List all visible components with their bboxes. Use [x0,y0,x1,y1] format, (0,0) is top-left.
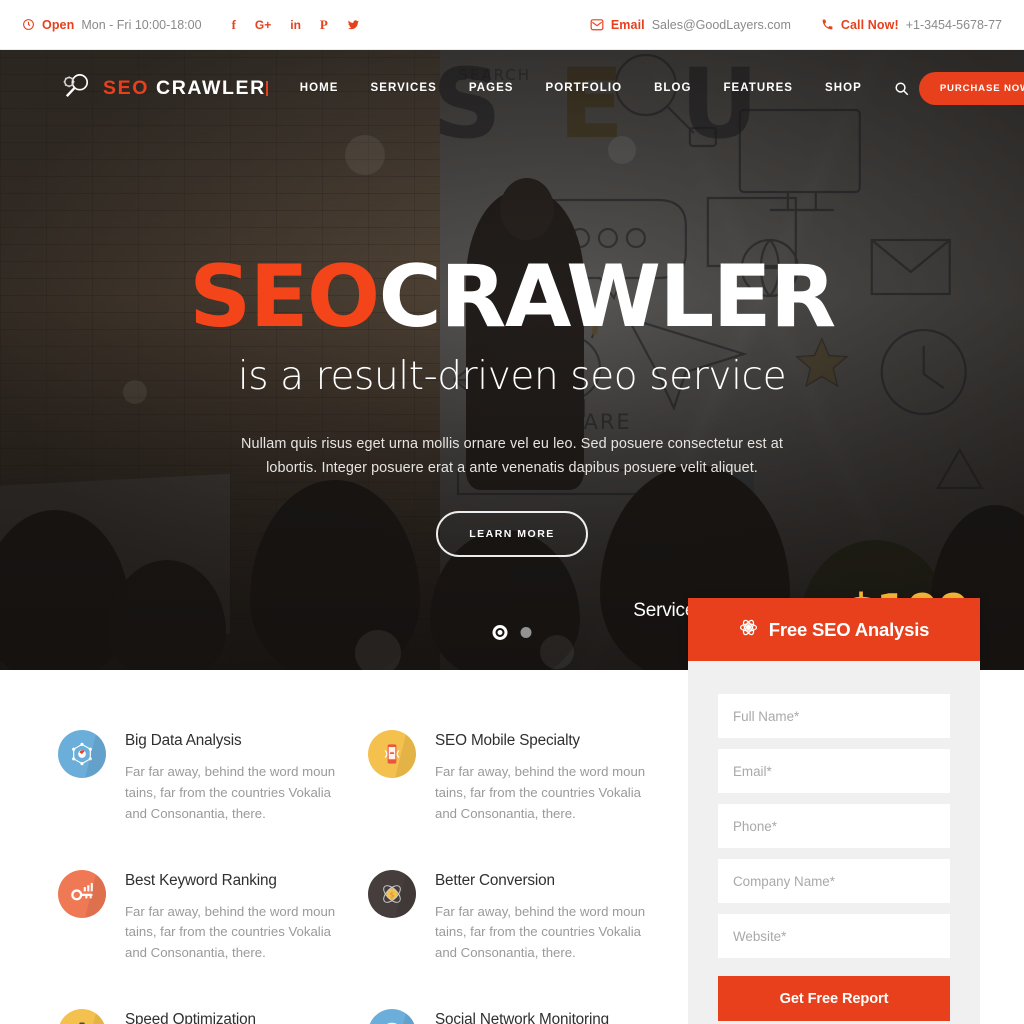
form-header: Free SEO Analysis [688,598,980,661]
hero-title-white: CRAWLER [378,247,837,347]
nav-item-shop[interactable]: SHOP [809,82,878,94]
envelope-icon [590,18,604,31]
top-bar-left: Open Mon - Fri 10:00-18:00 f G+ in P [22,18,360,32]
main-content: Big Data Analysis Far far away, behind t… [0,598,1024,1024]
hero-section: S E U SEARCH SHARE [0,50,1024,670]
phone-value: +1-3454-5678-77 [905,17,1002,32]
features-grid: Big Data Analysis Far far away, behind t… [58,730,690,1024]
clock-icon [22,18,35,31]
big-data-network-icon [58,730,106,778]
form-body: Get Free Report [688,661,980,1024]
google-plus-icon[interactable]: G+ [255,19,271,31]
email-label: Email [610,17,645,32]
feature-title: Better Conversion [435,871,555,889]
nav-active-indicator [265,80,268,96]
email-value: Sales@GoodLayers.com [651,17,791,32]
feature-text: Far far away, behind the word moun tains… [125,764,336,821]
nav-item-services[interactable]: SERVICES [355,82,453,94]
stopwatch-icon [58,1009,106,1024]
feature-body: Social Network Monitoring Far far away, … [435,1009,645,1024]
linkedin-icon[interactable]: in [290,19,301,31]
email-input[interactable] [718,749,950,793]
form-header-title: Free SEO Analysis [768,618,930,640]
features-section: Big Data Analysis Far far away, behind t… [0,670,690,1024]
full-name-input[interactable] [718,694,950,738]
feature-text: Far far away, behind the word moun tains… [435,764,646,821]
feature-title: Social Network Monitoring [435,1011,609,1024]
feature-card: Speed Optimization Far far away, behind … [58,1009,368,1024]
site-logo[interactable]: SEO CRAWLER [62,73,266,104]
feature-card: SEO Mobile Specialty Far far away, behin… [368,730,678,825]
phone-label: Call Now! [840,17,899,32]
carousel-pagination [492,625,532,640]
hero-content: SEOCRAWLER is a result-driven seo servic… [0,126,1024,558]
mobile-phone-icon [368,730,416,778]
atom-icon [739,618,758,642]
logo-text: SEO CRAWLER [103,77,266,100]
feature-title: SEO Mobile Specialty [435,732,580,749]
purchase-now-button[interactable]: PURCHASE NOW [918,71,1024,105]
key-ranking-icon [58,869,106,918]
email-info[interactable]: Email Sales@GoodLayers.com [590,18,791,32]
facebook-icon[interactable]: f [232,18,236,31]
website-input[interactable] [718,914,950,958]
feature-card: Social Network Monitoring Far far away, … [368,1009,678,1024]
atom-coin-icon: $ [368,869,416,918]
nav-item-pages[interactable]: PAGES [453,82,530,94]
free-seo-analysis-panel: Free SEO Analysis Get Free Report [688,598,980,1024]
open-label: Open [42,17,75,32]
hero-title: SEOCRAWLER [0,254,1024,340]
globe-network-icon [368,1009,416,1024]
search-icon[interactable] [894,81,909,96]
feature-body: SEO Mobile Specialty Far far away, behin… [435,730,657,825]
nav-menu: HOME SERVICES PAGES PORTFOLIO BLOG FEATU… [265,71,1024,105]
company-name-input[interactable] [718,859,950,903]
hero-description: Nullam quis risus eget urna mollis ornar… [241,436,783,477]
top-bar-right: Email Sales@GoodLayers.com Call Now! +1-… [590,18,1002,32]
feature-text: Far far away, behind the word moun tains… [435,903,646,961]
feature-body: Speed Optimization Far far away, behind … [125,1009,335,1024]
hero-subtitle: is a result-driven seo service [237,354,787,399]
bokeh-light [355,630,401,670]
carousel-dot-1[interactable] [492,625,508,640]
social-links: f G+ in P [232,18,360,31]
main-navigation: SEO CRAWLER HOME SERVICES PAGES PORTFOLI… [0,50,1024,126]
nav-item-portfolio[interactable]: PORTFOLIO [530,82,639,94]
logo-text-primary: SEO [103,76,149,99]
feature-text: Far far away, behind the word moun tains… [125,903,336,961]
nav-item-blog[interactable]: BLOG [638,82,707,94]
magnifier-gear-icon [62,73,92,104]
feature-body: Big Data Analysis Far far away, behind t… [125,730,347,825]
get-free-report-button[interactable]: Get Free Report [718,976,950,1021]
hero-title-orange: SEO [189,247,380,347]
feature-title: Best Keyword Ranking [125,871,277,889]
learn-more-button[interactable]: LEARN MORE [436,511,588,558]
feature-title: Big Data Analysis [125,732,242,749]
pinterest-icon[interactable]: P [320,18,328,31]
nav-item-home[interactable]: HOME [284,82,355,94]
feature-card: Best Keyword Ranking Far far away, behin… [58,869,368,965]
phone-info[interactable]: Call Now! +1-3454-5678-77 [821,18,1002,32]
feature-card: Big Data Analysis Far far away, behind t… [58,730,368,825]
phone-icon [821,18,834,31]
feature-title: Speed Optimization [125,1011,256,1024]
feature-body: Better Conversion Far far away, behind t… [435,870,657,965]
bokeh-light [540,635,574,669]
logo-text-secondary: CRAWLER [156,76,266,99]
phone-input[interactable] [718,804,950,848]
top-bar: Open Mon - Fri 10:00-18:00 f G+ in P Ema… [0,0,1024,50]
feature-card: $ Better Conversion Far far away, behind… [368,869,678,965]
feature-body: Best Keyword Ranking Far far away, behin… [125,870,347,965]
svg-text:$: $ [389,890,394,899]
nav-item-features[interactable]: FEATURES [707,82,809,94]
twitter-icon[interactable] [347,19,360,31]
opening-hours: Open Mon - Fri 10:00-18:00 [22,18,202,32]
open-hours: Mon - Fri 10:00-18:00 [81,17,202,32]
carousel-dot-2[interactable] [520,627,532,638]
